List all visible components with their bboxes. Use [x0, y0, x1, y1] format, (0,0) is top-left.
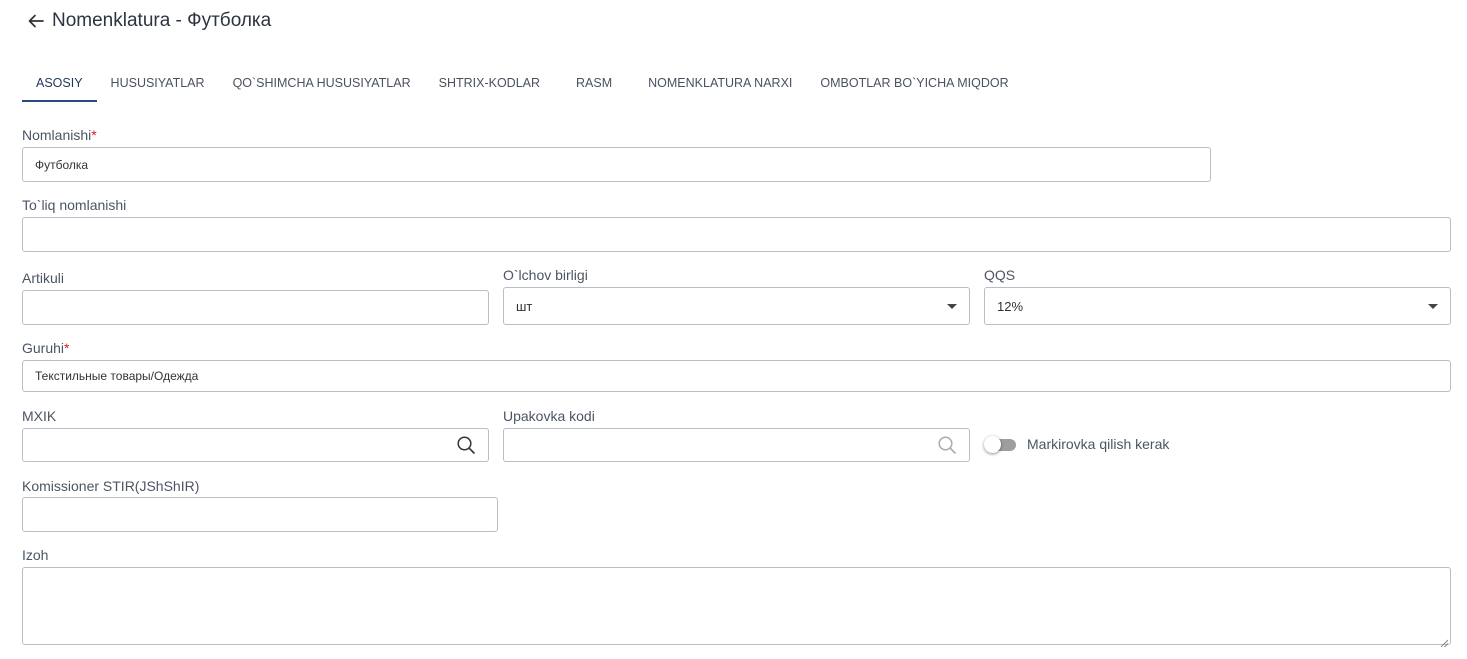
search-icon[interactable] — [456, 435, 476, 455]
tab-ombotlar-boyicha-miqdor[interactable]: OMBOTLAR BO`YICHA MIQDOR — [806, 66, 1022, 100]
page-header: Nomenklatura - Футболка — [26, 9, 271, 33]
olchov-birligi-value: шт — [516, 298, 533, 314]
guruhi-label: Guruhi* — [22, 340, 69, 356]
qqs-label: QQS — [984, 267, 1016, 283]
arrow-left-icon[interactable] — [26, 11, 46, 31]
chevron-down-icon — [947, 303, 957, 309]
artikuli-label: Artikuli — [22, 270, 65, 286]
guruhi-input[interactable]: Текстильные товары/Одежда — [22, 360, 1451, 392]
guruhi-label-text: Guruhi — [22, 340, 65, 356]
izoh-textarea[interactable] — [22, 567, 1451, 648]
tab-bar: ASOSIY HUSUSIYATLAR QO`SHIMCHA HUSUSIYAT… — [22, 66, 1023, 105]
toggle-knob — [984, 436, 1001, 453]
tab-qoshimcha-hususiyatlar[interactable]: QO`SHIMCHA HUSUSIYATLAR — [219, 66, 425, 100]
chevron-down-icon — [1428, 303, 1438, 309]
tab-shtrix-kodlar[interactable]: SHTRIX-KODLAR — [425, 66, 554, 100]
required-marker: * — [64, 340, 70, 356]
qqs-select[interactable]: 12% — [984, 287, 1451, 325]
guruhi-value: Текстильные товары/Одежда — [35, 369, 199, 383]
nomlanishi-label: Nomlanishi* — [22, 127, 97, 143]
mxik-input[interactable] — [22, 428, 489, 462]
komissioner-label: Komissioner STIR(JShShIR) — [22, 478, 200, 494]
nomlanishi-value: Футболка — [35, 157, 89, 172]
nomlanishi-label-text: Nomlanishi — [22, 127, 92, 143]
tab-nomenklatura-narxi[interactable]: NOMENKLATURA NARXI — [634, 66, 806, 100]
mxik-label: MXIK — [22, 408, 57, 424]
markirovka-label: Markirovka qilish kerak — [1027, 436, 1170, 452]
required-marker: * — [91, 127, 97, 143]
izoh-label: Izoh — [22, 547, 49, 563]
toliq-nomlanishi-input[interactable] — [22, 217, 1451, 252]
tab-hususiyatlar[interactable]: HUSUSIYATLAR — [97, 66, 219, 100]
tab-asosiy[interactable]: ASOSIY — [22, 66, 97, 102]
qqs-value: 12% — [997, 298, 1024, 314]
markirovka-toggle[interactable] — [984, 436, 1018, 453]
resize-handle-icon[interactable] — [1440, 634, 1449, 648]
olchov-birligi-label: O`lchov birligi — [503, 267, 588, 283]
artikuli-input[interactable] — [22, 290, 489, 325]
upakovka-kodi-label: Upakovka kodi — [503, 408, 595, 424]
upakovka-kodi-input[interactable] — [503, 428, 970, 462]
tab-rasm[interactable]: RASM — [554, 66, 634, 100]
page-title: Nomenklatura - Футболка — [52, 10, 272, 31]
search-icon[interactable] — [937, 435, 957, 455]
toliq-nomlanishi-label: To`liq nomlanishi — [22, 197, 127, 213]
komissioner-input[interactable] — [22, 497, 498, 532]
nomlanishi-input[interactable]: Футболка — [22, 147, 1211, 182]
olchov-birligi-select[interactable]: шт — [503, 287, 970, 325]
